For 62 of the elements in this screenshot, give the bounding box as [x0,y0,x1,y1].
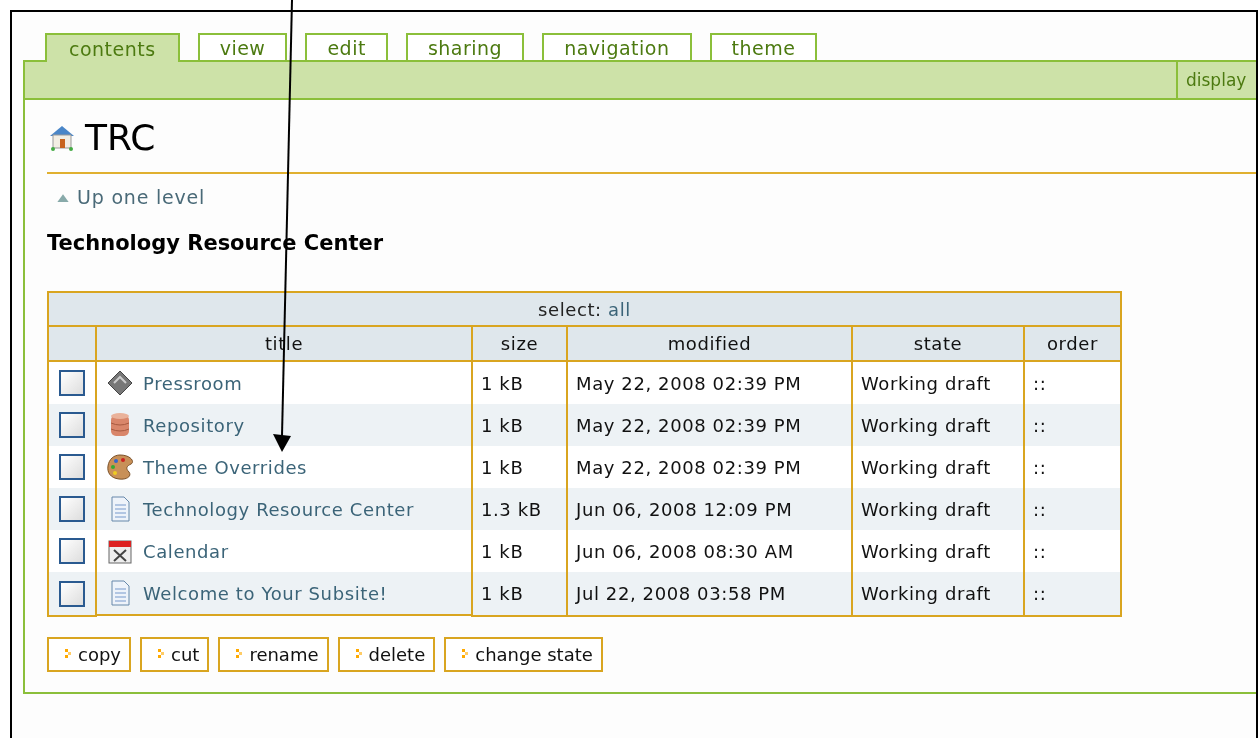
arrow-icon [462,648,471,661]
tab[interactable]: navigation [542,33,692,60]
action-button[interactable]: rename [218,637,329,672]
column-header[interactable]: order [1024,326,1121,361]
tab[interactable]: theme [709,33,818,60]
action-button[interactable]: delete [337,637,436,672]
action-button[interactable]: copy [47,637,131,672]
column-header[interactable]: state [852,326,1024,361]
state-cell: Working draft [852,446,1024,488]
checkbox[interactable] [59,496,85,522]
size-cell: 1.3 kB [472,488,567,530]
state-cell: Working draft [852,361,1024,404]
size-cell: 1 kB [472,361,567,404]
order-handle[interactable]: :: [1024,530,1121,572]
size-cell: 1 kB [472,530,567,572]
checkbox[interactable] [59,538,85,564]
order-handle[interactable]: :: [1024,572,1121,616]
order-handle[interactable]: :: [1024,404,1121,446]
size-cell: 1 kB [472,572,567,616]
checkbox[interactable] [59,412,85,438]
order-handle[interactable]: :: [1024,361,1121,404]
up-triangle-icon [57,192,69,202]
item-title-link[interactable]: Repository [143,414,245,436]
column-header[interactable]: modified [567,326,852,361]
state-cell: Working draft [852,530,1024,572]
checkbox[interactable] [59,454,85,480]
item-title-link[interactable]: Theme Overrides [143,456,308,478]
select-label: select: [538,298,602,320]
tab[interactable]: contents [45,33,180,62]
modified-cell: Jun 06, 2008 08:30 AM [567,530,852,572]
size-cell: 1 kB [472,404,567,446]
state-cell: Working draft [852,488,1024,530]
item-title-link[interactable]: Pressroom [143,372,243,394]
folder-title: TRC [85,116,156,158]
arrow-icon [65,648,73,661]
order-handle[interactable]: :: [1024,446,1121,488]
item-title-link[interactable]: Calendar [143,540,229,562]
up-one-level-link[interactable]: Up one level [57,186,206,208]
state-cell: Working draft [852,572,1024,616]
action-button[interactable]: change state [444,637,603,672]
modified-cell: May 22, 2008 02:39 PM [567,446,852,488]
palette-icon [105,452,135,482]
action-button[interactable]: cut [140,637,210,672]
modified-cell: May 22, 2008 02:39 PM [567,361,852,404]
state-cell: Working draft [852,404,1024,446]
checkbox[interactable] [59,580,85,607]
arrow-icon [355,648,364,661]
modified-cell: Jul 22, 2008 03:58 PM [567,572,852,616]
tab[interactable]: view [197,33,288,60]
checkbox[interactable] [59,370,85,396]
newspaper-icon [105,368,135,398]
arrow-icon [158,648,166,661]
column-header[interactable]: size [472,326,567,361]
modified-cell: Jun 06, 2008 12:09 PM [567,488,852,530]
display-menu[interactable]: display [1176,62,1250,98]
tab[interactable]: sharing [405,33,525,60]
tab[interactable]: edit [305,33,388,60]
modified-cell: May 22, 2008 02:39 PM [567,404,852,446]
order-handle[interactable]: :: [1024,488,1121,530]
arrow-icon [236,648,245,661]
size-cell: 1 kB [472,446,567,488]
select-all-link[interactable]: all [608,298,631,320]
